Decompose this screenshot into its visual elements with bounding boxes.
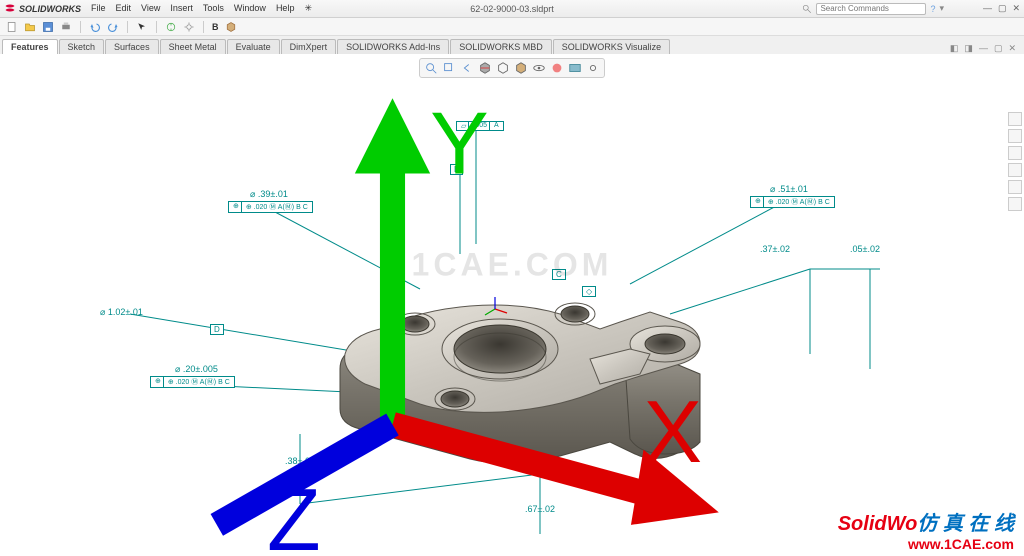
doc-minimize-button[interactable]: — (979, 43, 988, 54)
menu-edit[interactable]: Edit (116, 3, 132, 14)
menu-view[interactable]: View (141, 3, 160, 14)
help-icon[interactable]: ? (930, 4, 935, 14)
doc-close-button[interactable]: ✕ (1008, 43, 1016, 54)
document-title: 62-02-9000-03.sldprt (470, 4, 554, 14)
print-icon[interactable] (60, 21, 72, 33)
tab-expand-icon[interactable]: ◧ (950, 43, 959, 54)
app-logo: SOLIDWORKS (4, 3, 81, 15)
new-icon[interactable] (6, 21, 18, 33)
select-icon[interactable] (136, 21, 148, 33)
search-box: ? ▾ (802, 3, 944, 15)
menu-insert[interactable]: Insert (170, 3, 193, 14)
menu-help[interactable]: Help (276, 3, 295, 14)
search-icon-small[interactable]: ✳ (304, 3, 312, 14)
watermark-brand: SolidWo仿 真 在 线 (838, 507, 1014, 536)
watermark-url: www.1CAE.com (908, 536, 1014, 552)
menu-tools[interactable]: Tools (203, 3, 224, 14)
bold-icon[interactable]: B (212, 22, 219, 32)
redo-icon[interactable] (107, 21, 119, 33)
quick-access-toolbar: B (0, 18, 1024, 36)
tab-dimxpert[interactable]: DimXpert (281, 39, 337, 54)
feature-tabs: Features Sketch Surfaces Sheet Metal Eva… (0, 36, 1024, 54)
menu-bar: File Edit View Insert Tools Window Help … (91, 3, 312, 14)
rebuild-icon[interactable] (165, 21, 177, 33)
app-brand: SOLIDWORKS (19, 4, 81, 14)
origin-triad: Y X Z (6, 54, 1024, 550)
maximize-button[interactable]: ▢ (998, 3, 1007, 14)
tab-sheet-metal[interactable]: Sheet Metal (160, 39, 226, 54)
undo-icon[interactable] (89, 21, 101, 33)
doc-maximize-button[interactable]: ▢ (994, 43, 1003, 54)
menu-window[interactable]: Window (234, 3, 266, 14)
tab-visualize[interactable]: SOLIDWORKS Visualize (553, 39, 670, 54)
tab-features[interactable]: Features (2, 39, 58, 54)
svg-text:Y: Y (430, 94, 489, 193)
window-controls: — ▢ ✕ (983, 3, 1020, 14)
svg-text:Z: Z (267, 470, 321, 550)
tab-mbd[interactable]: SOLIDWORKS MBD (450, 39, 552, 54)
search-input[interactable] (816, 3, 926, 15)
minimize-button[interactable]: — (983, 3, 992, 14)
tab-surfaces[interactable]: Surfaces (105, 39, 159, 54)
svg-text:X: X (644, 382, 703, 481)
open-icon[interactable] (24, 21, 36, 33)
search-icon (802, 4, 812, 14)
graphics-viewport[interactable]: ▱.005A B C D ◇ ⌀ 1.02±.01 .38±.02 .67±.0… (0, 54, 1024, 556)
title-bar: SOLIDWORKS File Edit View Insert Tools W… (0, 0, 1024, 18)
options-icon[interactable] (183, 21, 195, 33)
tab-evaluate[interactable]: Evaluate (227, 39, 280, 54)
tab-addins[interactable]: SOLIDWORKS Add-Ins (337, 39, 449, 54)
tab-sketch[interactable]: Sketch (59, 39, 105, 54)
solidworks-logo-icon (4, 3, 16, 15)
tab-collapse-icon[interactable]: ◨ (964, 43, 973, 54)
part-icon[interactable] (225, 21, 237, 33)
menu-file[interactable]: File (91, 3, 106, 14)
save-icon[interactable] (42, 21, 54, 33)
close-button[interactable]: ✕ (1012, 3, 1020, 14)
